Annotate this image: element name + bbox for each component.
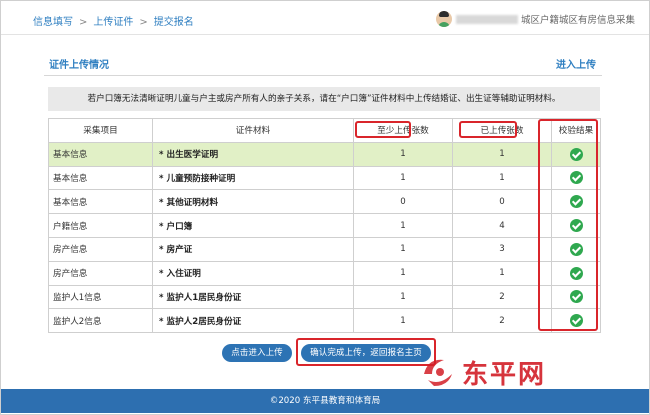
upload-button[interactable]: 点击进入上传 [222,344,292,362]
table-row: 基本信息 * 出生医学证明 1 1 [48,141,601,167]
section-header: 证件上传情况 进入上传 [44,40,602,76]
table-row: 房产信息 * 入住证明 1 1 [48,260,601,286]
header-project: 采集项目 [48,118,153,143]
breadcrumb-separator: > [79,17,88,28]
cell-material: * 监护人1居民身份证 [152,284,354,310]
check-circle-icon [569,171,583,185]
breadcrumb-separator: > [139,17,148,28]
cell-material: * 入住证明 [152,260,354,286]
cell-min-count: 1 [353,260,453,286]
header-material: 证件材料 [152,118,354,143]
cell-project: 监护人1信息 [48,284,153,310]
cell-project: 户籍信息 [48,213,153,238]
check-circle-icon [569,266,583,280]
cell-project: 房产信息 [48,260,153,286]
table-header-row: 采集项目 证件材料 至少上传张数 已上传张数 校验结果 [48,118,601,143]
enter-upload-link[interactable]: 进入上传 [556,56,596,71]
cell-check-result [551,165,601,191]
watermark: 东平网 [418,350,618,394]
cell-min-count: 1 [353,284,453,310]
watermark-text: 东平网 [462,359,547,390]
cell-check-result [551,236,601,262]
check-circle-icon [569,219,583,233]
table-row: 基本信息 * 其他证明材料 0 0 [48,189,601,215]
cell-material: * 监护人2居民身份证 [152,308,354,334]
cell-min-count: 1 [353,213,453,238]
cell-uploaded-count: 2 [452,308,552,334]
cell-min-count: 1 [353,236,453,262]
cell-uploaded-count: 2 [452,284,552,310]
footer: ©2020 东平县教育和体育局 [1,389,649,413]
watermark-logo-icon [418,352,458,392]
top-bar: 信息填写 > 上传证件 > 提交报名 城区户籍城区有房信息采集 [1,1,649,35]
cell-check-result [551,284,601,310]
table-row: 监护人1信息 * 监护人1居民身份证 1 2 [48,284,601,310]
cell-check-result [551,213,601,238]
header-check-result: 校验结果 [551,118,601,143]
cell-project: 基本信息 [48,141,153,167]
cell-material: * 其他证明材料 [152,189,354,215]
cell-uploaded-count: 1 [452,260,552,286]
cell-material: * 出生医学证明 [152,141,354,167]
cell-uploaded-count: 1 [452,165,552,191]
blurred-username [455,14,518,24]
breadcrumb-item-upload[interactable]: 上传证件 [93,17,133,28]
cell-min-count: 1 [353,308,453,334]
section-title: 证件上传情况 [49,60,109,71]
check-circle-icon [569,195,583,209]
cell-uploaded-count: 0 [452,189,552,215]
cell-uploaded-count: 4 [452,213,552,238]
table-row: 基本信息 * 儿童预防接种证明 1 1 [48,165,601,191]
cell-min-count: 1 [353,165,453,191]
cell-check-result [551,189,601,215]
table-row: 户籍信息 * 户口簿 1 4 [48,213,601,238]
cell-check-result [551,141,601,167]
cell-material: * 儿童预防接种证明 [152,165,354,191]
cell-check-result [551,308,601,334]
avatar [435,11,452,27]
cell-project: 监护人2信息 [48,308,153,334]
table-row: 房产信息 * 房产证 1 3 [48,236,601,262]
user-label: 城区户籍城区有房信息采集 [520,15,635,26]
table-row: 监护人2信息 * 监护人2居民身份证 1 2 [48,308,601,334]
header-uploaded-count: 已上传张数 [452,118,552,143]
cell-min-count: 0 [353,189,453,215]
user-info: 城区户籍城区有房信息采集 [435,10,635,28]
upload-status-table: 采集项目 证件材料 至少上传张数 已上传张数 校验结果 基本信息 * 出生医学证明… [48,118,601,334]
cell-project: 基本信息 [48,165,153,191]
cell-project: 房产信息 [48,236,153,262]
check-circle-icon [569,242,583,256]
confirm-return-button[interactable]: 确认完成上传，返回报名主页 [301,344,431,362]
notice-banner: 若户口簿无法清晰证明儿童与户主或房产所有人的亲子关系，请在“户口簿”证件材料中上… [48,87,600,111]
breadcrumb-item-info[interactable]: 信息填写 [33,17,73,28]
breadcrumb: 信息填写 > 上传证件 > 提交报名 [33,13,200,28]
check-circle-icon [569,290,583,304]
cell-material: * 房产证 [152,236,354,262]
cell-material: * 户口簿 [152,213,354,238]
check-circle-icon [569,314,583,328]
cell-min-count: 1 [353,141,453,167]
cell-uploaded-count: 1 [452,141,552,167]
cell-check-result [551,260,601,286]
cell-uploaded-count: 3 [452,236,552,262]
cell-project: 基本信息 [48,189,153,215]
header-min-count: 至少上传张数 [353,118,453,143]
breadcrumb-item-submit[interactable]: 提交报名 [154,17,194,28]
check-circle-icon [569,147,583,161]
